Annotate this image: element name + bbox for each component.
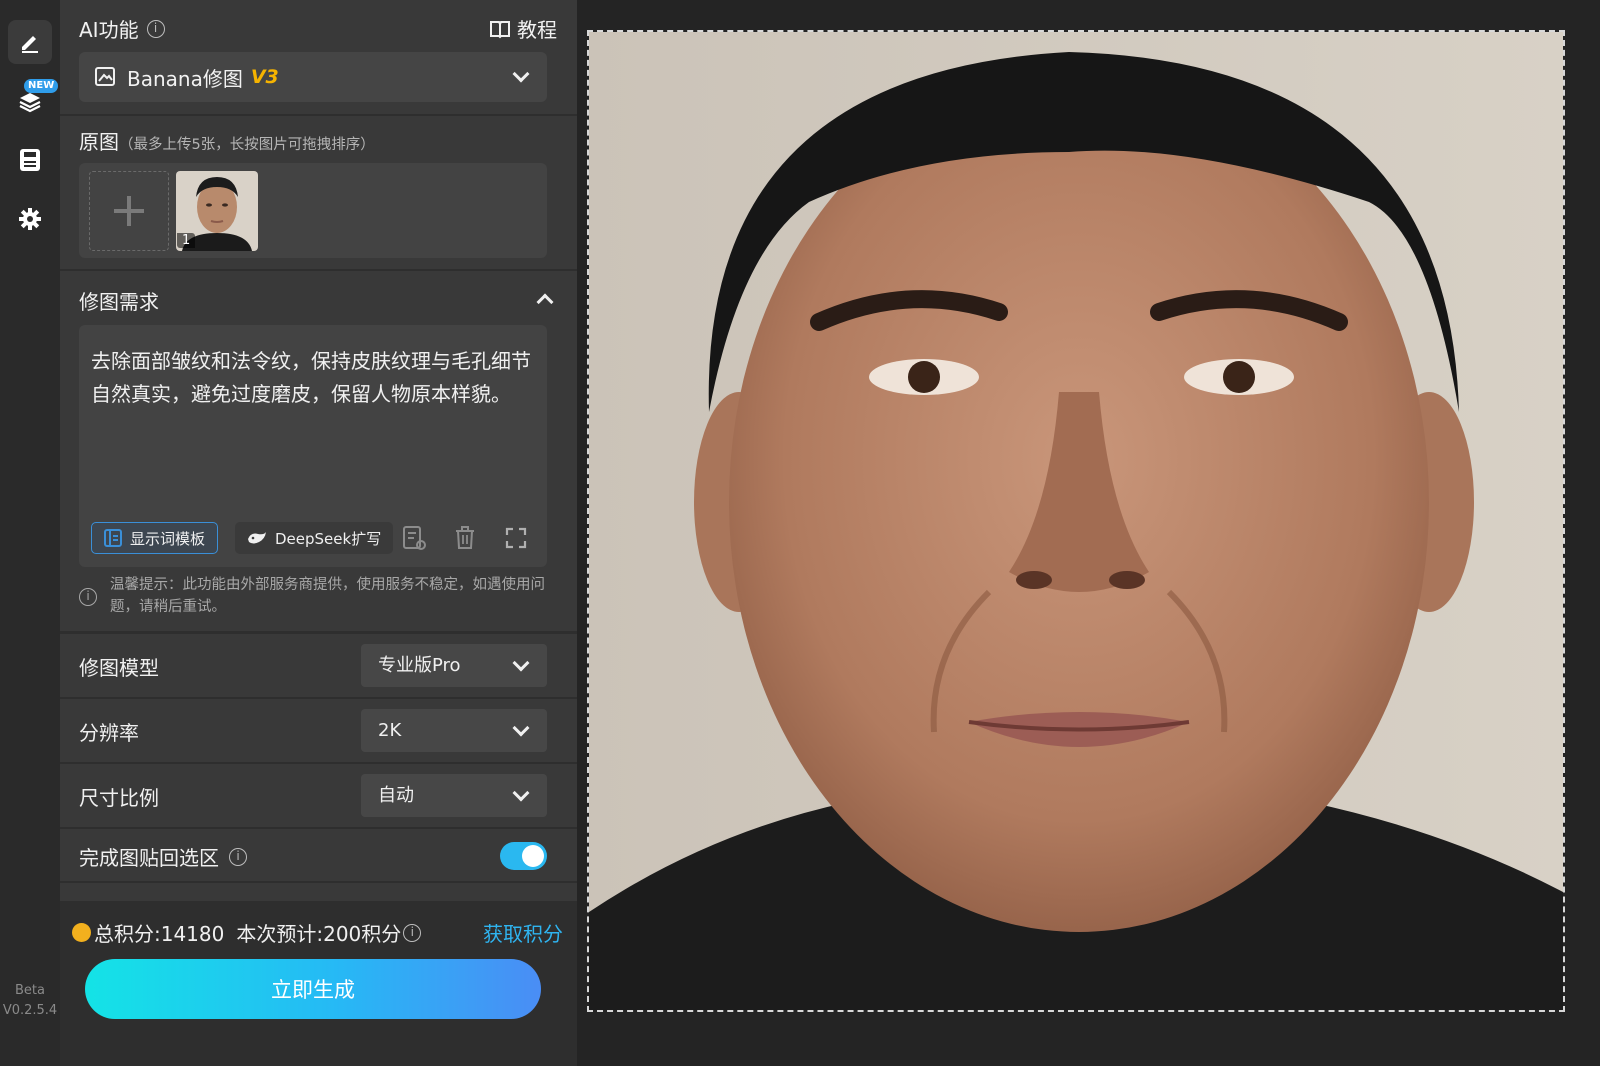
tool-rail: NEW Beta V0.2.5.4	[0, 0, 60, 1066]
trash-icon[interactable]	[452, 525, 478, 551]
paste-back-info-icon[interactable]: i	[229, 847, 247, 866]
show-template-label: 显示词模板	[130, 529, 206, 548]
service-notice: i 温馨提示：此功能由外部服务商提供，使用服务不稳定，如遇使用问题，请稍后重试。	[79, 574, 549, 618]
footer: 总积分:14180 本次预计:200积分 i 获取积分 立即生成	[60, 903, 577, 1066]
coin-icon	[72, 923, 91, 942]
panel-header: AI功能 i	[79, 14, 165, 43]
chevron-down-icon	[512, 654, 530, 671]
save-tool-button[interactable]	[8, 138, 52, 182]
settings-tool-button[interactable]	[8, 197, 52, 241]
deepseek-expand-label: DeepSeek扩写	[275, 529, 382, 548]
save-icon	[20, 149, 40, 171]
resolution-select[interactable]: 2K	[361, 709, 547, 752]
paste-back-header: 完成图贴回选区 i	[79, 842, 247, 871]
new-badge: NEW	[24, 79, 59, 93]
resolution-value: 2K	[378, 720, 402, 741]
resolution-label: 分辨率	[79, 721, 139, 745]
panel-title: AI功能	[79, 18, 139, 42]
edit-tool-button[interactable]	[8, 20, 52, 64]
paste-back-label: 完成图贴回选区	[79, 846, 219, 870]
upload-header: 原图（最多上传5张，长按图片可拖拽排序）	[79, 126, 375, 155]
image-edit-icon	[95, 67, 115, 86]
function-name: Banana修图	[127, 66, 243, 91]
pencil-icon	[22, 36, 38, 53]
portrait-image	[589, 32, 1563, 1010]
paste-back-toggle[interactable]	[500, 842, 547, 870]
show-template-button[interactable]: 显示词模板	[91, 522, 219, 554]
whale-icon	[248, 532, 266, 544]
model-value: 专业版Pro	[378, 655, 461, 676]
chevron-down-icon	[512, 65, 530, 83]
deepseek-expand-button[interactable]: DeepSeek扩写	[235, 522, 394, 554]
upload-hint: （最多上传5张，长按图片可拖拽排序）	[119, 137, 375, 153]
tutorial-link[interactable]: 教程	[489, 14, 557, 43]
canvas-area	[577, 0, 1600, 1066]
section-spacer	[60, 883, 577, 901]
chevron-down-icon	[512, 719, 530, 736]
upload-title: 原图	[79, 130, 119, 154]
gear-icon	[19, 208, 41, 230]
points-summary: 总积分:14180 本次预计:200积分 i	[94, 918, 422, 947]
template-icon	[104, 529, 122, 547]
book-icon	[490, 20, 510, 38]
document-edit-icon[interactable]	[401, 525, 427, 551]
upload-section: 原图（最多上传5张，长按图片可拖拽排序） 1	[60, 116, 577, 269]
upload-area: 1	[79, 163, 547, 258]
prompt-text[interactable]: 去除面部皱纹和法令纹，保持皮肤纹理与毛孔细节自然真实，避免过度磨皮，保留人物原本…	[91, 345, 531, 411]
service-notice-text: 温馨提示：此功能由外部服务商提供，使用服务不稳定，如遇使用问题，请稍后重试。	[110, 577, 545, 615]
version-channel: Beta	[15, 983, 45, 998]
aspect-ratio-label: 尺寸比例	[79, 786, 159, 810]
prompt-title: 修图需求	[79, 290, 159, 314]
function-select[interactable]: Banana修图 V3	[79, 52, 547, 102]
model-select[interactable]: 专业版Pro	[361, 644, 547, 687]
thumbnail-index: 1	[177, 233, 196, 248]
selection-frame[interactable]	[587, 30, 1565, 1012]
prompt-textarea[interactable]: 去除面部皱纹和法令纹，保持皮肤纹理与毛孔细节自然真实，避免过度磨皮，保留人物原本…	[79, 325, 547, 567]
aspect-ratio-select[interactable]: 自动	[361, 774, 547, 817]
generate-button[interactable]: 立即生成	[85, 959, 541, 1019]
total-points: 总积分:14180	[94, 922, 225, 946]
prompt-section: 修图需求 去除面部皱纹和法令纹，保持皮肤纹理与毛孔细节自然真实，避免过度磨皮，保…	[60, 271, 577, 631]
version-number: V0.2.5.4	[2, 1003, 58, 1018]
fullscreen-icon[interactable]	[503, 525, 529, 551]
add-image-button[interactable]	[89, 171, 169, 251]
info-icon[interactable]: i	[146, 19, 165, 38]
estimate-points: 本次预计:200积分	[236, 922, 402, 946]
ai-function-panel: AI功能 i 教程 Banana修图 V3 原图（最多上传5张，长按图片可拖拽排…	[60, 0, 577, 1066]
paste-back-row: 完成图贴回选区 i	[60, 829, 577, 881]
chevron-up-icon[interactable]	[536, 293, 554, 311]
notice-info-icon: i	[79, 588, 97, 606]
get-points-link[interactable]: 获取积分	[483, 918, 563, 947]
model-label: 修图模型	[79, 656, 159, 680]
estimate-group: 本次预计:200积分 i	[236, 918, 422, 947]
estimate-info-icon[interactable]: i	[403, 923, 422, 942]
resolution-row: 分辨率 2K	[60, 699, 577, 762]
function-section: AI功能 i 教程 Banana修图 V3	[60, 0, 577, 114]
tutorial-label: 教程	[517, 18, 557, 42]
aspect-ratio-row: 尺寸比例 自动	[60, 764, 577, 827]
function-version: V3	[250, 66, 279, 88]
model-row: 修图模型 专业版Pro	[60, 634, 577, 697]
chevron-down-icon	[512, 784, 530, 801]
aspect-ratio-value: 自动	[378, 785, 414, 806]
